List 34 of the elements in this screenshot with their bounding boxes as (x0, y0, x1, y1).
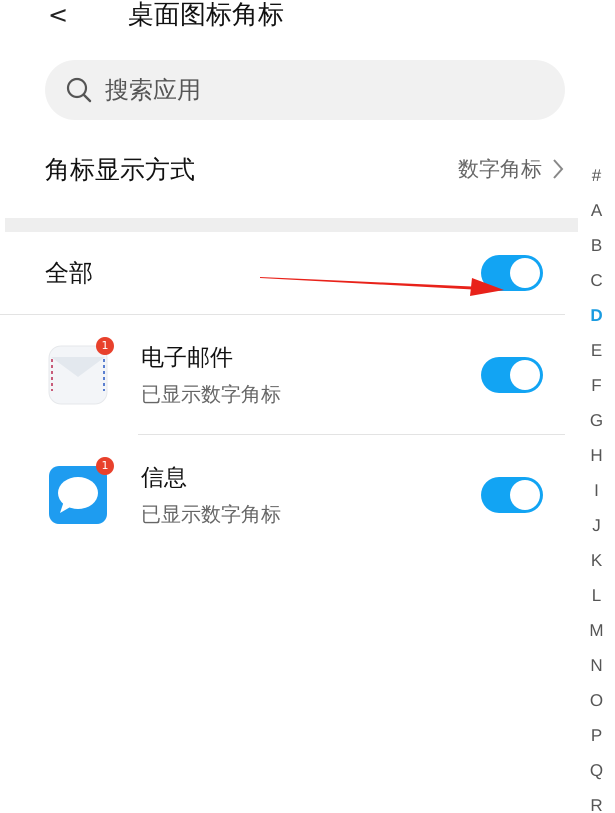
index-letter[interactable]: K (578, 543, 615, 578)
index-letter[interactable]: G (578, 403, 615, 438)
app-status: 已显示数字角标 (141, 380, 282, 408)
index-letter[interactable]: H (578, 438, 615, 473)
page-title: 桌面图标角标 (128, 1, 284, 29)
back-button[interactable]: < (48, 3, 68, 27)
app-status: 已显示数字角标 (141, 500, 282, 528)
notification-badge: 1 (96, 336, 114, 354)
notification-badge: 1 (96, 456, 114, 474)
index-letter[interactable]: # (578, 158, 615, 193)
index-letter[interactable]: E (578, 333, 615, 368)
toggle-switch[interactable] (481, 476, 543, 512)
index-letter[interactable]: B (578, 228, 615, 263)
app-name: 电子邮件 (141, 344, 234, 372)
index-letter[interactable]: P (578, 718, 615, 753)
toggle-switch[interactable] (481, 255, 543, 291)
index-letter[interactable]: C (578, 263, 615, 298)
index-letter[interactable]: L (578, 578, 615, 613)
index-letter[interactable]: N (578, 648, 615, 683)
chevron-icon (552, 158, 564, 180)
index-letter[interactable]: A (578, 193, 615, 228)
index-letter[interactable]: F (578, 368, 615, 403)
index-letter[interactable]: R (578, 788, 615, 813)
index-letter[interactable]: I (578, 473, 615, 508)
app-name: 信息 (141, 464, 188, 492)
setting-label: 角标显示方式 (45, 154, 195, 186)
index-letter[interactable]: J (578, 508, 615, 543)
toggle-switch[interactable] (481, 356, 543, 392)
index-letter[interactable]: M (578, 613, 615, 648)
index-letter[interactable]: Q (578, 753, 615, 788)
index-letter[interactable]: O (578, 683, 615, 718)
setting-value[interactable]: 数字角标 (458, 155, 542, 183)
all-label: 全部 (45, 258, 93, 289)
search-field[interactable]: 搜索应用 (45, 60, 565, 120)
